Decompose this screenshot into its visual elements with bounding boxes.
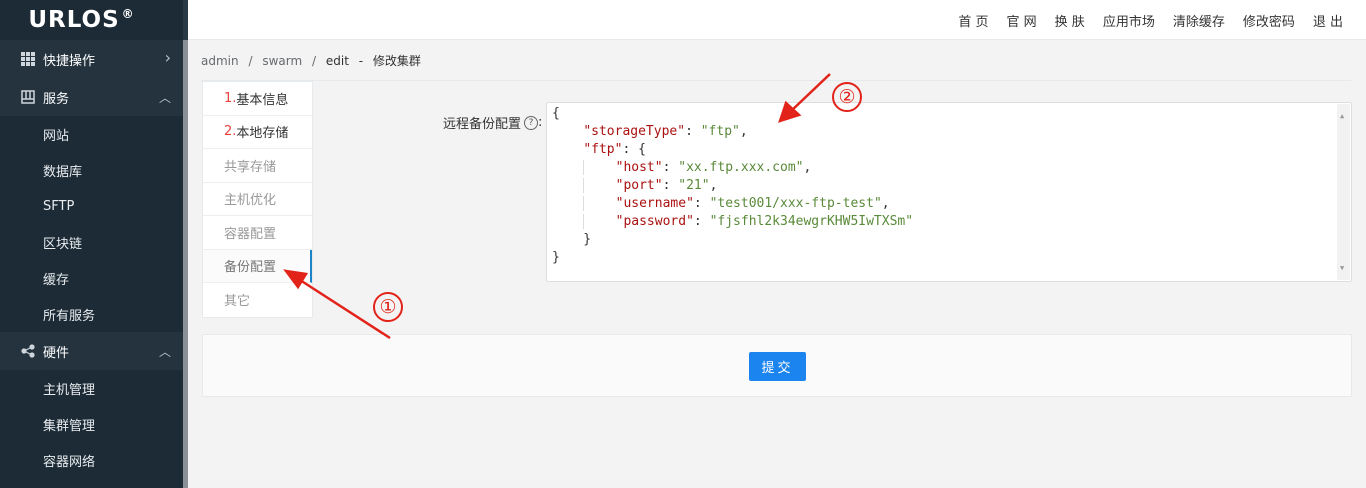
step-other[interactable]: 其它 xyxy=(203,283,312,317)
topnav-change-password[interactable]: 修改密码 xyxy=(1243,11,1295,30)
form-footer: 提交 xyxy=(202,334,1352,397)
sidebar-group-services[interactable]: 服务 ︿ xyxy=(0,78,183,116)
sidebar-item-all-services[interactable]: 所有服务 xyxy=(0,296,183,332)
sidebar-group-label: 服务 xyxy=(43,91,70,107)
code-line: "username": "test001/xxx-ftp-test", xyxy=(552,196,890,211)
divider xyxy=(201,80,1351,81)
remote-backup-label: 远程备份配置 ? : xyxy=(443,113,542,132)
sidebar-item-database[interactable]: 数据库 xyxy=(0,152,183,188)
password-value: fjsfhl2k34ewgrKHW5IwTXSm xyxy=(717,214,906,229)
sidebar-item-cluster-management[interactable]: 集群管理 xyxy=(0,406,183,442)
sidebar-group-label: 硬件 xyxy=(43,345,70,361)
breadcrumb-admin[interactable]: admin xyxy=(201,54,239,68)
chevron-up-icon: ︿ xyxy=(158,91,171,105)
wizard-steps: 1. 基本信息 2. 本地存储 共享存储 主机优化 容器配置 备份配置 其它 xyxy=(202,81,313,318)
scrollbar-thumb[interactable] xyxy=(183,40,188,488)
share-nodes-icon xyxy=(21,344,35,358)
scroll-down-icon[interactable]: ▼ xyxy=(1340,259,1344,277)
sidebar-item-container-network[interactable]: 容器网络 xyxy=(0,442,183,478)
sidebar-item-blockchain[interactable]: 区块链 xyxy=(0,224,183,260)
step-local-storage[interactable]: 2. 本地存储 xyxy=(203,116,312,149)
annotation-marker-two: ② xyxy=(832,82,862,112)
username-value: test001/xxx-ftp-test xyxy=(717,196,874,211)
backup-config-editor[interactable]: { "storageType": "ftp", "ftp": { "host":… xyxy=(546,102,1352,282)
step-basic-info[interactable]: 1. 基本信息 xyxy=(203,82,312,116)
breadcrumb-edit: edit xyxy=(325,54,349,68)
topnav-clear-cache[interactable]: 清除缓存 xyxy=(1173,11,1225,30)
chevron-right-icon: › xyxy=(164,48,171,67)
scroll-up-icon[interactable]: ▲ xyxy=(1340,107,1344,125)
sidebar-group-hardware[interactable]: 硬件 ︿ xyxy=(0,332,183,370)
editor-scrollbar[interactable]: ▲ ▼ xyxy=(1337,104,1350,280)
label-colon: : xyxy=(538,115,543,130)
grid-icon xyxy=(21,52,35,66)
logo-registered-mark: ® xyxy=(121,7,135,21)
chevron-up-icon: ︿ xyxy=(158,345,171,359)
top-nav: 首 页 官 网 换 肤 应用市场 清除缓存 修改密码 退 出 xyxy=(940,0,1343,40)
sidebar-scrollbar[interactable] xyxy=(183,0,188,488)
code-line: } xyxy=(552,250,560,265)
annotation-marker-one: ① xyxy=(373,292,403,322)
step-backup-config[interactable]: 备份配置 xyxy=(203,249,312,283)
sidebar-item-website[interactable]: 网站 xyxy=(0,116,183,152)
breadcrumb: admin / swarm / edit - 修改集群 xyxy=(201,52,427,69)
topnav-home[interactable]: 首 页 xyxy=(958,11,988,30)
step-host-optimization[interactable]: 主机优化 xyxy=(203,183,312,216)
logo[interactable]: URLOS ® xyxy=(0,0,183,40)
breadcrumb-page-title: 修改集群 xyxy=(372,54,421,68)
step-number: 2. xyxy=(224,124,237,140)
help-icon[interactable]: ? xyxy=(524,115,539,130)
step-number: 1. xyxy=(224,90,237,106)
sidebar-item-sftp[interactable]: SFTP xyxy=(0,188,183,224)
code-line: "password": "fjsfhl2k34ewgrKHW5IwTXSm" xyxy=(552,214,913,229)
code-line: { xyxy=(552,106,560,121)
code-line: "storageType": "ftp", xyxy=(583,124,748,139)
step-shared-storage[interactable]: 共享存储 xyxy=(203,149,312,183)
code-line: } xyxy=(552,232,592,247)
code-line: "host": "xx.ftp.xxx.com", xyxy=(552,160,811,175)
logo-text: URLOS xyxy=(28,7,120,33)
sidebar-item-host-management[interactable]: 主机管理 xyxy=(0,370,183,406)
topnav-logout[interactable]: 退 出 xyxy=(1313,11,1343,30)
code-line: "ftp": { xyxy=(583,142,646,157)
host-value: xx.ftp.xxx.com xyxy=(686,160,796,175)
top-bar: 首 页 官 网 换 肤 应用市场 清除缓存 修改密码 退 出 xyxy=(188,0,1366,40)
submit-button[interactable]: 提交 xyxy=(749,352,806,381)
topnav-skin[interactable]: 换 肤 xyxy=(1055,11,1085,30)
step-label: 本地存储 xyxy=(236,126,289,142)
storage-type-value: ftp xyxy=(708,124,733,139)
breadcrumb-swarm[interactable]: swarm xyxy=(262,54,302,68)
breadcrumb-separator: / xyxy=(248,54,253,68)
topnav-official-site[interactable]: 官 网 xyxy=(1007,11,1037,30)
sidebar-group-label: 快捷操作 xyxy=(43,53,96,69)
code-line: "port": "21", xyxy=(552,178,717,193)
topnav-app-market[interactable]: 应用市场 xyxy=(1103,11,1155,30)
sidebar-item-cache[interactable]: 缓存 xyxy=(0,260,183,296)
service-icon xyxy=(21,90,35,104)
port-value: 21 xyxy=(686,178,702,193)
field-label: 远程备份配置 xyxy=(443,117,522,132)
step-label: 基本信息 xyxy=(236,92,289,108)
sidebar: URLOS ® 快捷操作 › 服务 ︿ 网站 数据库 SFTP 区块链 缓存 所有… xyxy=(0,0,183,488)
breadcrumb-separator: / xyxy=(311,54,317,68)
sidebar-group-shortcuts[interactable]: 快捷操作 › xyxy=(0,40,183,78)
step-container-config[interactable]: 容器配置 xyxy=(203,216,312,250)
breadcrumb-dash: - xyxy=(358,54,364,68)
